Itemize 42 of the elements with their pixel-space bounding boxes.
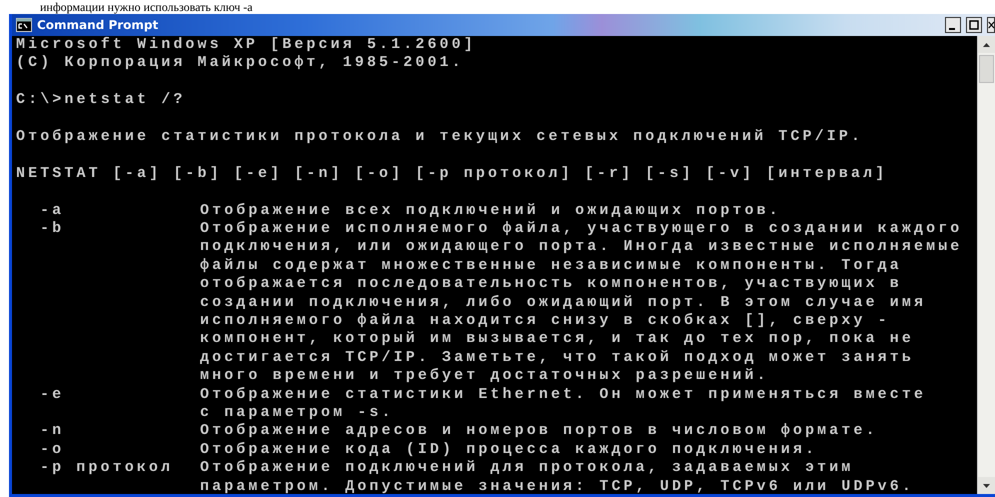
option-name: -p протокол bbox=[40, 459, 174, 478]
option-name: -n bbox=[40, 422, 64, 441]
minimize-button[interactable] bbox=[945, 17, 961, 33]
document-caption: информации нужно использовать ключ -a bbox=[39, 0, 254, 14]
option-description: Отображение исполняемого файла, участвующего в создании каждого bbox=[200, 220, 962, 238]
option-description: отображается последовательность компонентов, участвующих в bbox=[200, 275, 902, 294]
up-arrow-icon bbox=[983, 42, 990, 46]
option-description: Отображение подключений для протокола, задаваемых этим bbox=[200, 459, 854, 478]
console-line: Microsoft Windows XP [Версия 5.1.2600] bbox=[16, 36, 476, 54]
option-description: компонент, который им вызывается, и так до тех пор, пока не bbox=[200, 330, 914, 349]
option-description: достигается TCP/IP. Заметьте, что такой подход может занять bbox=[200, 348, 914, 368]
option-description: с параметром -s. bbox=[200, 404, 394, 422]
console-line: C:\>netstat /? bbox=[16, 91, 186, 110]
option-description: Отображение адресов и номеров портов в числовом формате. bbox=[200, 422, 878, 441]
option-description: исполняемого файла находится снизу в скобках [], сверху - bbox=[200, 312, 890, 330]
maximize-button[interactable] bbox=[966, 17, 982, 33]
option-description: много времени и требует достаточных разрешений. bbox=[200, 367, 769, 386]
scroll-up-button[interactable] bbox=[978, 36, 995, 53]
minimize-icon bbox=[949, 28, 955, 30]
console-line: (C) Корпорация Майкрософт, 1985-2001. bbox=[16, 54, 464, 73]
console-icon bbox=[16, 18, 32, 32]
option-description: подключения, или ожидающего порта. Иногда известные исполняемые bbox=[200, 238, 962, 257]
close-button[interactable] bbox=[987, 17, 995, 33]
close-icon bbox=[988, 20, 994, 30]
console-line: Отображение статистики протокола и текущих сетевых подключений TCP/IP. bbox=[16, 128, 864, 146]
option-name: -e bbox=[40, 386, 64, 405]
window-title: Command Prompt bbox=[37, 18, 160, 32]
option-description: параметром. Допустимые значения: TCP, UDP, TCPv6 или UDPv6. bbox=[200, 478, 914, 494]
scroll-thumb[interactable] bbox=[979, 55, 994, 83]
down-arrow-icon bbox=[983, 484, 990, 488]
option-description: Отображение всех подключений и ожидающих портов. bbox=[200, 202, 781, 220]
option-name: -a bbox=[40, 202, 64, 220]
option-name: -o bbox=[40, 440, 64, 460]
option-description: создании подключения, либо ожидающий порт. В этом случае имя bbox=[200, 294, 926, 312]
scroll-down-button[interactable] bbox=[978, 477, 995, 494]
option-description: файлы содержат множественные независимые компоненты. Тогда bbox=[200, 256, 902, 276]
maximize-icon bbox=[969, 20, 979, 30]
option-name: -b bbox=[40, 220, 64, 239]
option-description: Отображение кода (ID) процесса каждого подключения. bbox=[200, 440, 818, 460]
console-line: NETSTAT [-a] [-b] [-e] [-n] [-o] [-p протокол] [-r] [-s] [-v] [интервал] bbox=[16, 164, 888, 184]
scrollbar[interactable] bbox=[977, 36, 995, 494]
option-description: Отображение статистики Ethernet. Он может применяться вместе bbox=[200, 386, 926, 404]
